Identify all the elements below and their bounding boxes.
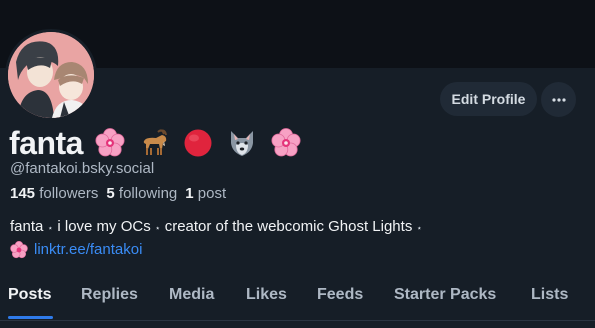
- tab-replies[interactable]: Replies: [81, 286, 138, 304]
- more-icon: [551, 97, 566, 102]
- bio-text-row: fanta ⋆ i love my OCs ⋆ creator of the w…: [10, 216, 585, 239]
- edit-profile-button[interactable]: Edit Profile: [440, 82, 537, 116]
- following-label: following: [118, 185, 178, 202]
- bio-separator: ⋆: [416, 223, 423, 233]
- wolf-icon: [225, 126, 259, 160]
- profile-stats: 145 followers 5 following 1 post: [10, 185, 226, 202]
- tab-likes[interactable]: Likes: [246, 286, 287, 304]
- posts-label: post: [197, 185, 227, 202]
- display-name-text: fanta: [9, 124, 83, 161]
- cherry-blossom-icon: [93, 126, 127, 160]
- bio-text: i love my OCs: [57, 218, 151, 235]
- avatar[interactable]: [5, 29, 97, 121]
- bio-separator: ⋆: [47, 223, 54, 233]
- bio-separator: ⋆: [154, 223, 161, 233]
- followers-label: followers: [39, 185, 99, 202]
- tab-media[interactable]: Media: [169, 286, 214, 304]
- more-options-button[interactable]: [541, 82, 576, 117]
- red-circle-icon: [181, 126, 215, 160]
- posts-count: 1: [185, 185, 194, 202]
- followers-stat[interactable]: 145 followers: [10, 185, 98, 202]
- tab-lists[interactable]: Lists: [531, 286, 568, 304]
- cherry-blossom-icon: [269, 126, 303, 160]
- display-name: fanta: [9, 122, 303, 164]
- bio-link-row: linktr.ee/fantakoi: [10, 239, 585, 260]
- profile-handle: @fantakoi.bsky.social: [10, 160, 155, 177]
- active-tab-indicator: [8, 316, 53, 319]
- profile-bio: fanta ⋆ i love my OCs ⋆ creator of the w…: [10, 216, 585, 260]
- tabs-divider: [0, 320, 595, 321]
- following-count: 5: [106, 185, 115, 202]
- profile-tabs: Posts Replies Media Likes Feeds Starter …: [0, 278, 595, 328]
- following-stat[interactable]: 5 following: [106, 185, 177, 202]
- goat-icon: [137, 126, 171, 160]
- followers-count: 145: [10, 185, 36, 202]
- tab-feeds[interactable]: Feeds: [317, 286, 363, 304]
- tab-starter-packs[interactable]: Starter Packs: [394, 286, 496, 304]
- tab-posts[interactable]: Posts: [8, 286, 52, 304]
- bio-text: fanta: [10, 218, 44, 235]
- cherry-blossom-icon: [10, 240, 28, 259]
- bio-text: creator of the webcomic Ghost Lights: [164, 218, 413, 235]
- bio-link[interactable]: linktr.ee/fantakoi: [34, 239, 142, 260]
- posts-stat: 1 post: [185, 185, 226, 202]
